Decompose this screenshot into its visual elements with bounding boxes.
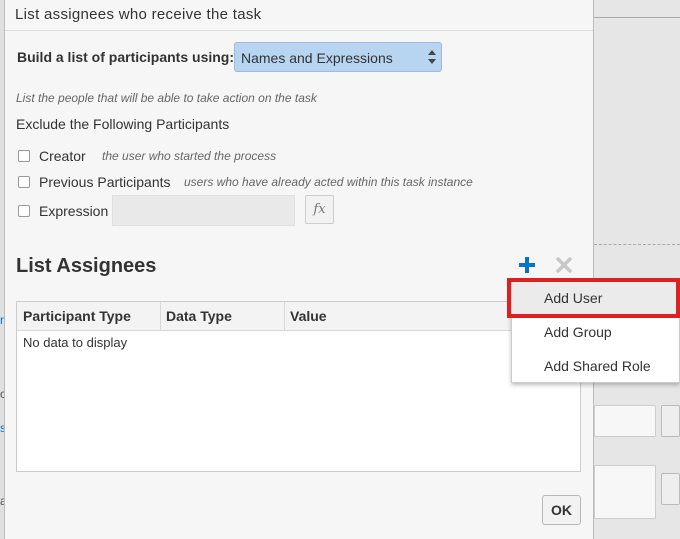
- menu-item-add-group[interactable]: Add Group: [512, 316, 679, 348]
- background-button: [661, 473, 680, 505]
- add-assignee-plus-icon[interactable]: [518, 256, 536, 274]
- remove-assignee-close-icon[interactable]: [555, 256, 573, 274]
- column-value[interactable]: Value: [290, 308, 327, 324]
- exclude-creator-label: Creator: [39, 148, 86, 164]
- highlight-box: [507, 278, 680, 318]
- background-button: [661, 405, 680, 437]
- exclude-previous-participants-description: users who have already acted within this…: [184, 175, 473, 189]
- participants-hint: List the people that will be able to tak…: [16, 91, 317, 105]
- title-divider: [5, 30, 593, 31]
- background-divider: [594, 17, 680, 18]
- participants-source-select[interactable]: Names and Expressions: [234, 42, 442, 72]
- expression-input[interactable]: [112, 195, 295, 226]
- expression-editor-fx-button[interactable]: fx: [305, 195, 334, 224]
- list-assignees-dialog: List assignees who receive the task Buil…: [4, 0, 594, 539]
- background-input: [594, 405, 656, 437]
- exclude-expression-checkbox[interactable]: [18, 205, 30, 217]
- participants-source-value: Names and Expressions: [241, 50, 393, 66]
- exclude-expression-label: Expression: [39, 203, 109, 219]
- ok-button[interactable]: OK: [542, 495, 581, 525]
- assignees-table-header: Participant Type Data Type Value: [17, 302, 580, 331]
- background-input: [594, 465, 656, 519]
- exclude-previous-participants-label: Previous Participants: [39, 174, 171, 190]
- assignees-table: Participant Type Data Type Value No data…: [16, 301, 581, 472]
- column-divider: [284, 302, 285, 330]
- build-list-label: Build a list of participants using:: [17, 49, 235, 65]
- column-data-type[interactable]: Data Type: [166, 308, 232, 324]
- exclude-creator-description: the user who started the process: [102, 149, 277, 163]
- list-assignees-heading: List Assignees: [16, 255, 157, 277]
- column-divider: [160, 302, 161, 330]
- table-empty-message: No data to display: [23, 335, 128, 350]
- exclude-previous-participants-checkbox[interactable]: [18, 176, 30, 188]
- select-arrows-icon: [428, 50, 436, 64]
- dialog-title: List assignees who receive the task: [15, 6, 262, 23]
- exclude-creator-checkbox[interactable]: [18, 150, 30, 162]
- exclude-participants-heading: Exclude the Following Participants: [16, 116, 230, 132]
- menu-item-add-shared-role[interactable]: Add Shared Role: [512, 350, 679, 382]
- background-dashed-divider: [594, 244, 680, 245]
- column-participant-type[interactable]: Participant Type: [23, 308, 131, 324]
- background-app-right-panel: [594, 0, 680, 539]
